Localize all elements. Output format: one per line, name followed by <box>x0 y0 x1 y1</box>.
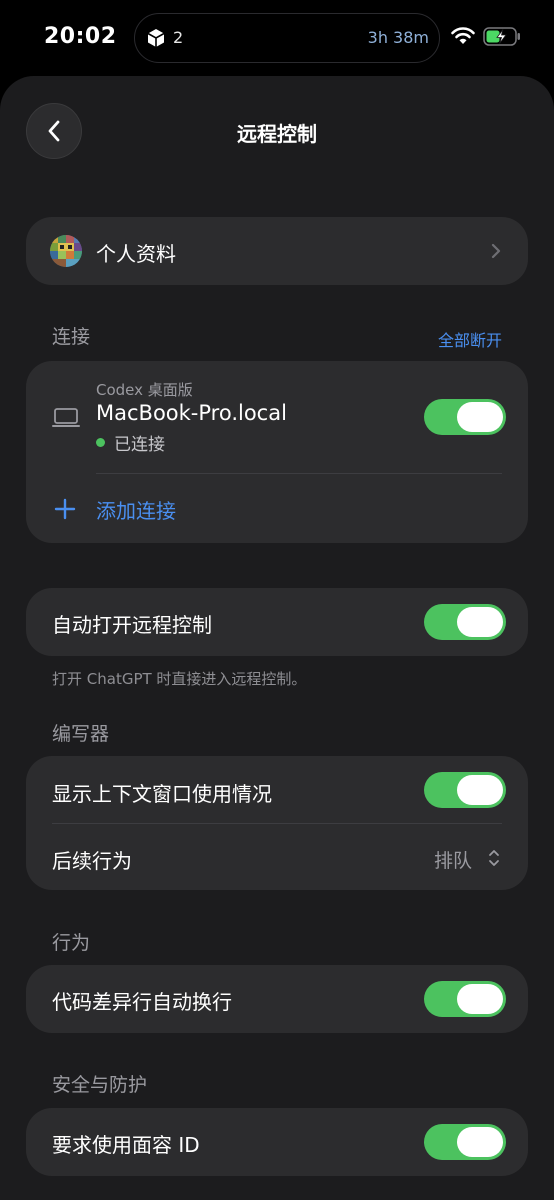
auto-open-label: 自动打开远程控制 <box>52 613 212 637</box>
profile-row[interactable]: 个人资料 <box>26 217 528 285</box>
faceid-toggle[interactable] <box>424 1124 506 1160</box>
remote-control-sheet: 远程控制 个人资料 连接 全部断开 Codex 桌面版 MacBook-Pro.… <box>0 76 554 1200</box>
auto-open-row: 自动打开远程控制 <box>26 588 528 656</box>
faceid-row: 要求使用面容 ID <box>26 1108 528 1176</box>
device-type: Codex 桌面版 <box>96 381 193 399</box>
wrap-row: 代码差异行自动换行 <box>26 965 528 1033</box>
plus-icon <box>54 498 76 520</box>
connected-status-dot <box>96 438 105 447</box>
connection-status: 已连接 <box>114 435 165 455</box>
laptop-icon <box>52 408 80 427</box>
divider <box>52 823 502 824</box>
status-time: 20:02 <box>44 24 117 49</box>
wifi-icon <box>451 27 475 44</box>
chevron-up-down-icon[interactable] <box>488 849 500 867</box>
disconnect-all-button[interactable]: 全部断开 <box>438 327 502 351</box>
followup-behavior-label: 后续行为 <box>52 849 132 873</box>
connections-card: Codex 桌面版 MacBook-Pro.local 已连接 添加连接 <box>26 361 528 543</box>
page-title: 远程控制 <box>237 122 317 146</box>
device-name: MacBook-Pro.local <box>96 401 287 425</box>
context-usage-label: 显示上下文窗口使用情况 <box>52 782 272 806</box>
status-bar: 20:02 2 3h 38m <box>0 0 554 76</box>
auto-open-toggle[interactable] <box>424 604 506 640</box>
device-connection-toggle[interactable] <box>424 399 506 435</box>
profile-label: 个人资料 <box>96 242 176 266</box>
divider <box>96 473 502 474</box>
battery-charging-icon <box>483 27 520 46</box>
diff-wrap-label: 代码差异行自动换行 <box>52 990 232 1014</box>
island-timer: 3h 38m <box>367 28 429 47</box>
island-count: 2 <box>173 28 184 47</box>
section-connections: 连接 <box>52 326 91 348</box>
avatar <box>50 235 82 267</box>
faceid-label: 要求使用面容 ID <box>52 1133 200 1157</box>
cube-icon <box>147 29 165 47</box>
chevron-right-icon <box>491 243 501 259</box>
diff-wrap-toggle[interactable] <box>424 981 506 1017</box>
dynamic-island[interactable]: 2 3h 38m <box>134 13 440 63</box>
context-usage-toggle[interactable] <box>424 772 506 808</box>
followup-behavior-value[interactable]: 排队 <box>434 846 472 873</box>
auto-open-footnote: 打开 ChatGPT 时直接进入远程控制。 <box>52 670 307 688</box>
section-behavior: 行为 <box>52 932 91 954</box>
section-security: 安全与防护 <box>52 1074 148 1096</box>
section-editor: 编写器 <box>52 723 110 745</box>
add-connection-button[interactable]: 添加连接 <box>96 495 176 524</box>
editor-card: 显示上下文窗口使用情况 后续行为 排队 <box>26 756 528 890</box>
